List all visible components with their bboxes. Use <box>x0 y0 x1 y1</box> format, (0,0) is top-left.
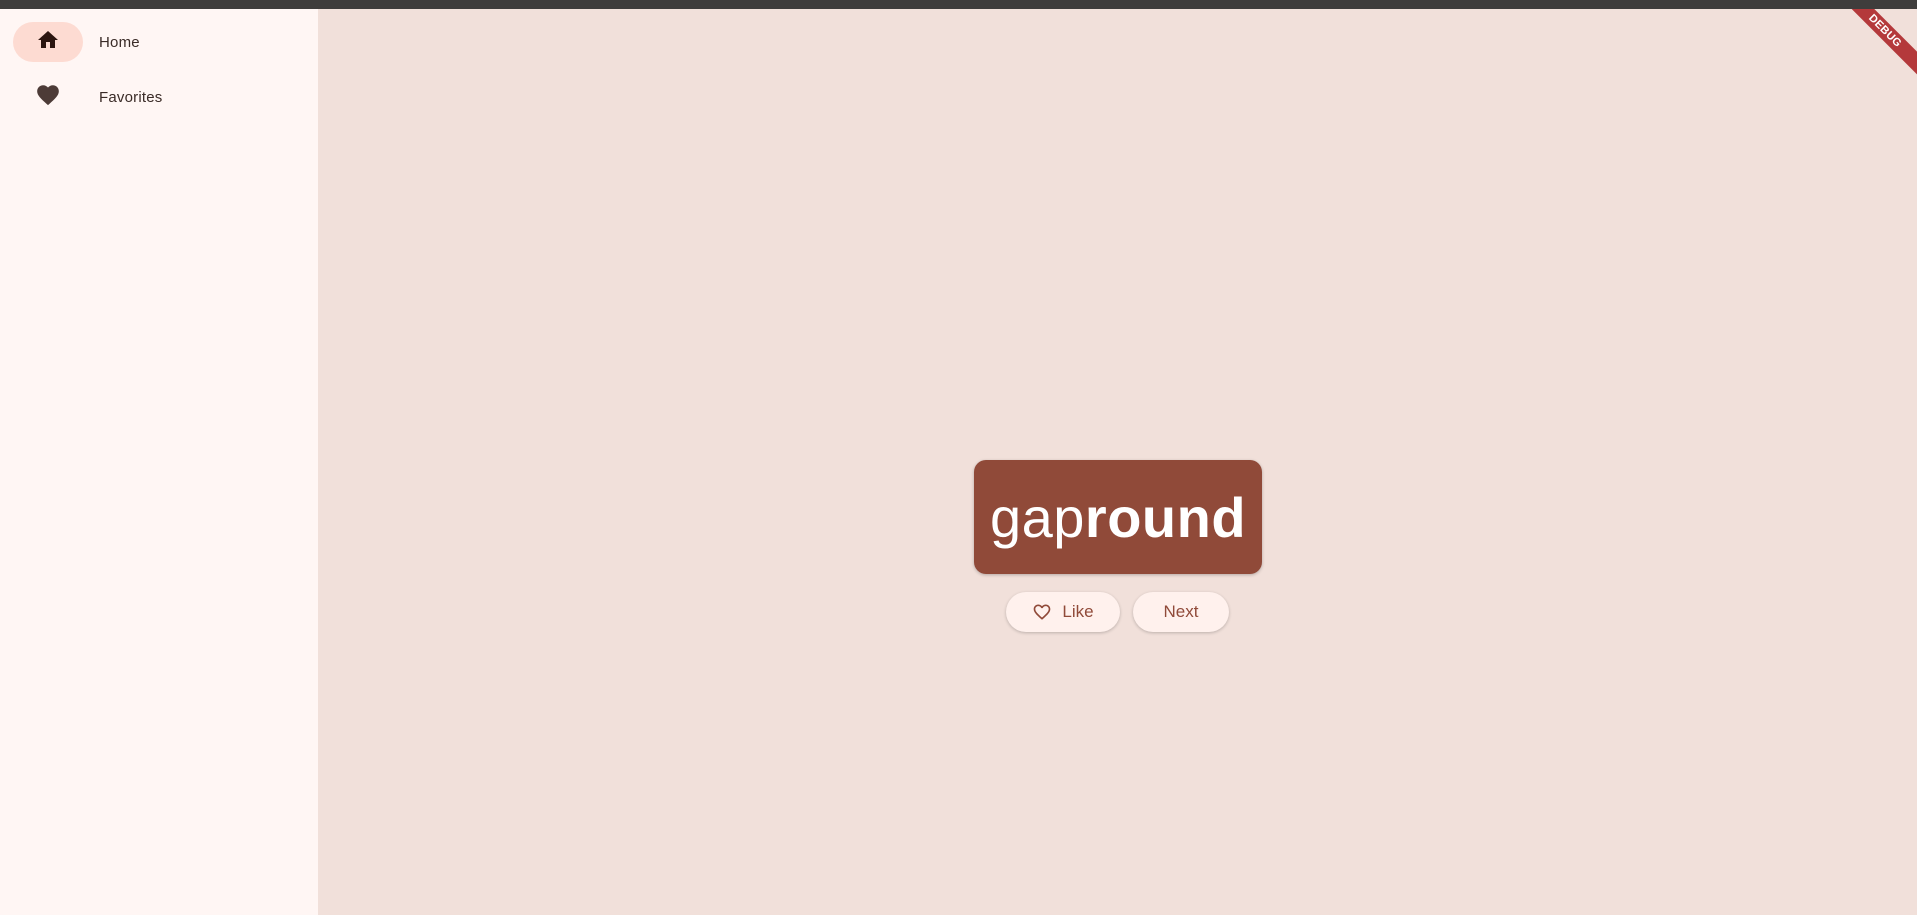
window-top-bar <box>0 0 1917 9</box>
next-button[interactable]: Next <box>1133 592 1229 632</box>
main-content: gap round Like Next <box>318 9 1917 915</box>
nav-item-favorites[interactable]: Favorites <box>13 77 163 117</box>
nav-indicator-favorites <box>13 77 83 117</box>
heart-icon <box>35 82 61 113</box>
nav-label-favorites: Favorites <box>99 88 163 106</box>
debug-ribbon: DEBUG <box>1847 9 1917 79</box>
word-second-part: round <box>1084 485 1247 549</box>
nav-indicator-home <box>13 22 83 62</box>
nav-item-home[interactable]: Home <box>13 22 140 62</box>
word-first-part: gap <box>989 485 1085 549</box>
navigation-rail: Home Favorites <box>0 9 318 915</box>
like-button[interactable]: Like <box>1006 592 1120 632</box>
debug-banner: DEBUG <box>1847 9 1917 79</box>
word-pair-card: gap round <box>974 460 1262 574</box>
like-label: Like <box>1062 602 1094 621</box>
heart-outline-icon <box>1032 602 1052 622</box>
nav-label-home: Home <box>99 33 140 51</box>
next-label: Next <box>1163 602 1199 621</box>
home-icon <box>36 28 60 57</box>
